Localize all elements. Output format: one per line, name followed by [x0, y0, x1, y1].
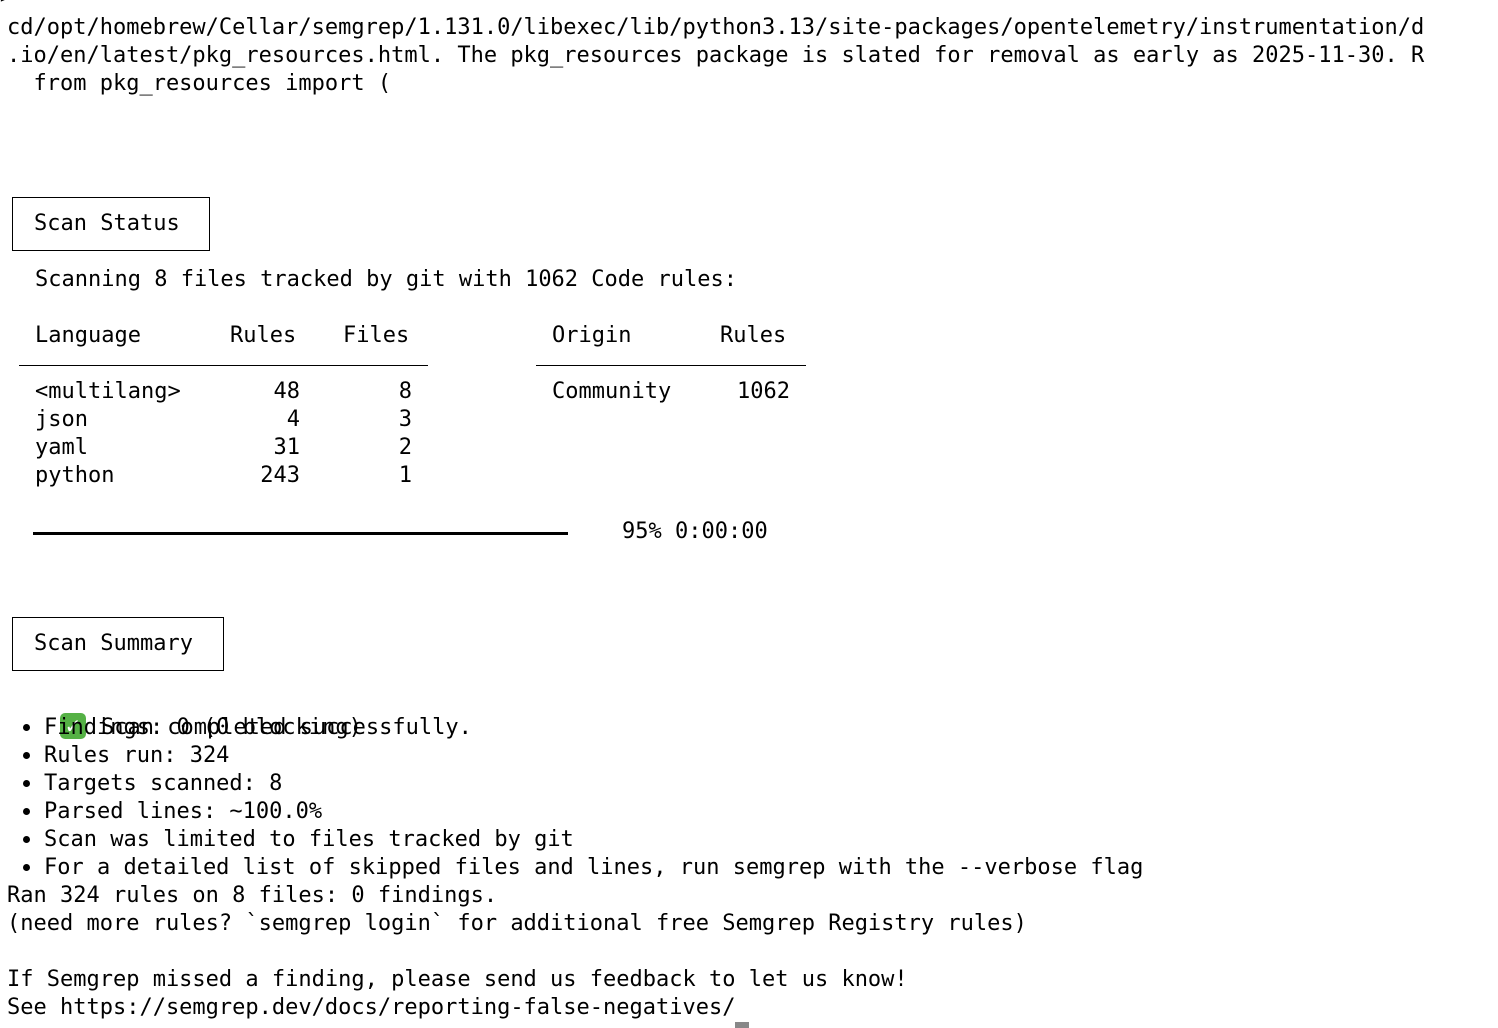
table-cell: yaml [35, 435, 88, 460]
prompt-fragment: > [0, 0, 12, 6]
warning-line: .io/en/latest/pkg_resources.html. The pk… [7, 43, 1425, 68]
bullet-icon [23, 780, 30, 787]
table-header: Rules [720, 323, 787, 348]
scan-status-box: Scan Status [12, 197, 210, 251]
table-divider [19, 365, 428, 366]
login-hint: (need more rules? `semgrep login` for ad… [7, 911, 1027, 936]
table-cell: 8 [398, 379, 412, 404]
summary-bullet: Scan was limited to files tracked by git [7, 826, 574, 854]
table-cell: 48 [273, 379, 301, 404]
bullet-icon [23, 836, 30, 843]
success-line: ✓ Scan completed successfully. [7, 686, 472, 740]
table-cell: 1062 [737, 379, 790, 404]
progress-bar [33, 532, 568, 535]
scan-status-title: Scan Status [34, 211, 180, 236]
table-divider [536, 365, 806, 366]
bullet-text: Findings: 0 (0 blocking) [44, 715, 362, 740]
scan-summary-box: Scan Summary [12, 617, 224, 671]
summary-bullet: Parsed lines: ~100.0% [7, 798, 322, 826]
bullet-text: Rules run: 324 [44, 743, 230, 768]
warning-line: from pkg_resources import ( [7, 71, 392, 96]
warning-line: cd/opt/homebrew/Cellar/semgrep/1.131.0/l… [7, 15, 1425, 40]
table-cell: json [35, 407, 88, 432]
table-cell: 1 [398, 463, 412, 488]
table-header: Files [343, 323, 410, 348]
table-header: Origin [552, 323, 632, 348]
bullet-text: Parsed lines: ~100.0% [44, 799, 323, 824]
table-cell: 4 [286, 407, 300, 432]
scan-intro: Scanning 8 files tracked by git with 106… [35, 267, 737, 292]
table-cell: <multilang> [35, 379, 181, 404]
feedback-line: If Semgrep missed a finding, please send… [7, 967, 908, 992]
bullet-text: Targets scanned: 8 [44, 771, 283, 796]
bullet-text: For a detailed list of skipped files and… [44, 855, 1144, 880]
table-header: Rules [230, 323, 297, 348]
table-header: Language [35, 323, 141, 348]
bullet-icon [23, 864, 30, 871]
scan-summary-title: Scan Summary [34, 631, 193, 656]
terminal-cursor [735, 1022, 749, 1028]
table-cell: 31 [273, 435, 301, 460]
table-cell: python [35, 463, 115, 488]
table-cell: 243 [260, 463, 300, 488]
table-cell: 2 [398, 435, 412, 460]
bullet-icon [23, 752, 30, 759]
result-line: Ran 324 rules on 8 files: 0 findings. [7, 883, 498, 908]
table-cell: 3 [398, 407, 412, 432]
summary-bullet: Findings: 0 (0 blocking) [7, 714, 362, 742]
summary-bullet: Rules run: 324 [7, 742, 229, 770]
bullet-icon [23, 724, 30, 731]
see-link-line[interactable]: See https://semgrep.dev/docs/reporting-f… [7, 994, 735, 1022]
terminal-window[interactable]: > cd/opt/homebrew/Cellar/semgrep/1.131.0… [0, 0, 1498, 1028]
summary-bullet: Targets scanned: 8 [7, 770, 282, 798]
summary-bullet: For a detailed list of skipped files and… [7, 854, 1143, 882]
table-cell: Community [552, 379, 672, 404]
bullet-icon [23, 808, 30, 815]
bullet-text: Scan was limited to files tracked by git [44, 827, 574, 852]
progress-text: 95% 0:00:00 [622, 519, 768, 544]
